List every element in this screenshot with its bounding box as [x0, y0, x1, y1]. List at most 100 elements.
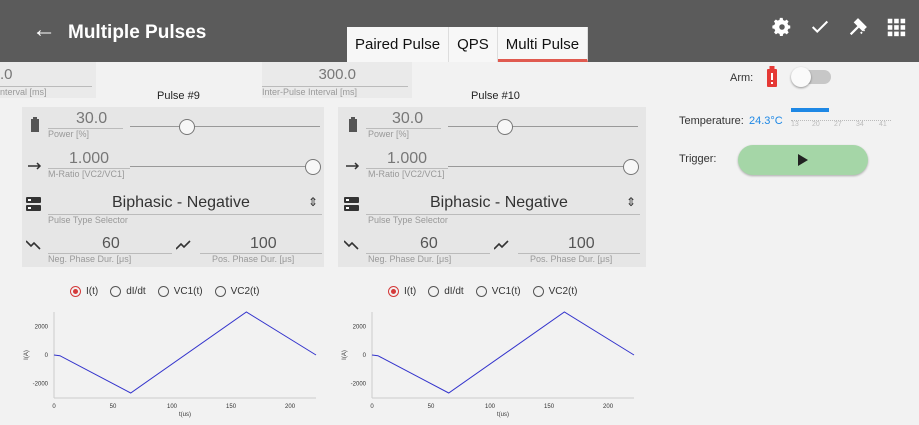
x-axis-label: t(us)	[179, 412, 191, 418]
radio-vc2[interactable]: VC2(t)	[214, 286, 260, 297]
radio-unselected-icon	[214, 286, 226, 297]
x-tick-label: 150	[226, 404, 237, 410]
temperature-label: Temperature:	[679, 115, 744, 127]
arrow-right-icon	[346, 162, 360, 170]
pos-duration-value[interactable]: 100	[568, 235, 595, 253]
pos-duration-label: Pos. Phase Dur. [μs]	[212, 254, 295, 264]
back-arrow-icon[interactable]: ←	[32, 18, 56, 42]
mratio-value: 1.000	[69, 150, 110, 167]
mratio-label: M-Ratio [VC2/VC1]	[368, 169, 445, 179]
y-axis-label: I(A)	[342, 350, 348, 360]
gauge-tick: 41	[879, 121, 887, 128]
y-tick-label: -2000	[351, 382, 367, 388]
mratio-slider-track[interactable]	[448, 166, 626, 167]
y-tick-label: 0	[363, 353, 367, 359]
tab-bar: Paired Pulse QPS Multi Pulse	[347, 27, 589, 62]
inter-pulse-field[interactable]: 300.0 Inter-Pulse Interval [ms]	[262, 62, 412, 98]
y-tick-label: -2000	[33, 382, 49, 388]
server-icon	[26, 197, 41, 211]
battery-icon	[31, 117, 39, 132]
radio-unselected-icon	[475, 286, 487, 297]
trend-up-icon	[494, 240, 509, 250]
grid-menu-icon[interactable]	[885, 16, 907, 38]
pulse-type-label: Pulse Type Selector	[48, 215, 128, 225]
gear-icon[interactable]	[771, 16, 793, 38]
select-chevron-icon[interactable]: ⇕	[308, 195, 318, 209]
neg-duration-label: Neg. Phase Dur. [μs]	[368, 254, 452, 264]
gauge-tick: 20	[812, 121, 820, 128]
pulse-type-label: Pulse Type Selector	[368, 215, 448, 225]
x-tick-label: 200	[603, 404, 614, 410]
y-axis-label: I(A)	[24, 350, 30, 360]
y-tick-label: 0	[45, 353, 49, 359]
pulse-type-value[interactable]: Biphasic - Negative	[112, 194, 250, 212]
radio-unselected-icon	[110, 286, 122, 297]
trend-down-icon	[344, 240, 359, 250]
pulse-9-panel: 30.0 Power [%] 1.000 M-Ratio [VC2/VC1] B…	[22, 107, 324, 267]
radio-didt[interactable]: dI/dt	[428, 286, 464, 297]
current-series-line	[371, 311, 635, 394]
radio-vc1[interactable]: VC1(t)	[475, 286, 521, 297]
interval-field[interactable]: .0 nterval [ms]	[0, 62, 96, 98]
power-slider-knob[interactable]	[179, 119, 195, 135]
trend-up-icon	[176, 240, 191, 250]
radio-unselected-icon	[532, 286, 544, 297]
power-slider-track[interactable]	[448, 126, 638, 127]
tab-multi-pulse[interactable]: Multi Pulse	[497, 27, 589, 62]
check-icon[interactable]	[809, 16, 831, 38]
x-tick-label: 50	[428, 404, 435, 410]
pulse-10-panel: 30.0 Power [%] 1.000 M-Ratio [VC2/VC1] B…	[338, 107, 646, 267]
power-slider-track[interactable]	[130, 126, 320, 127]
current-chart-pulse-10: 2000 0 -2000 0 50 100 150 200 t(us) I(A)	[342, 311, 635, 418]
pos-duration-value[interactable]: 100	[250, 235, 277, 253]
x-tick-label: 0	[52, 404, 56, 410]
pos-duration-label: Pos. Phase Dur. [μs]	[530, 254, 613, 264]
x-axis-label: t(us)	[497, 412, 509, 418]
power-label: Power [%]	[368, 129, 410, 139]
trend-down-icon	[26, 240, 41, 250]
radio-selected-icon	[388, 286, 399, 297]
power-value: 30.0	[76, 110, 108, 127]
radio-it[interactable]: I(t)	[388, 286, 416, 297]
battery-icon	[349, 117, 357, 132]
x-tick-label: 100	[167, 404, 178, 410]
power-slider-knob[interactable]	[497, 119, 513, 135]
y-tick-label: 2000	[35, 324, 49, 330]
temperature-value: 24.3°C	[749, 115, 783, 127]
play-icon	[798, 154, 808, 166]
mratio-value: 1.000	[387, 150, 428, 167]
battery-alert-icon	[767, 66, 777, 87]
pulse-10-title: Pulse #10	[471, 90, 520, 102]
neg-duration-label: Neg. Phase Dur. [μs]	[48, 254, 132, 264]
mratio-slider-track[interactable]	[130, 166, 308, 167]
radio-vc1[interactable]: VC1(t)	[157, 286, 203, 297]
inter-pulse-value: 300.0	[318, 66, 356, 83]
tab-paired-pulse[interactable]: Paired Pulse	[347, 27, 450, 62]
arm-label: Arm:	[730, 72, 754, 84]
neg-duration-value[interactable]: 60	[420, 235, 438, 253]
radio-vc2[interactable]: VC2(t)	[532, 286, 578, 297]
pulse-9-title: Pulse #9	[157, 90, 200, 102]
current-series-line	[53, 311, 317, 394]
radio-unselected-icon	[428, 286, 440, 297]
tab-qps[interactable]: QPS	[449, 27, 498, 62]
radio-didt[interactable]: dI/dt	[110, 286, 146, 297]
pulse-type-value[interactable]: Biphasic - Negative	[430, 194, 568, 212]
signal-radio-group: I(t) dI/dt VC1(t) VC2(t)	[70, 286, 272, 297]
x-tick-label: 100	[485, 404, 496, 410]
select-chevron-icon[interactable]: ⇕	[626, 195, 636, 209]
radio-unselected-icon	[157, 286, 169, 297]
gauge-tick: 27	[834, 121, 842, 128]
trigger-button[interactable]	[738, 145, 868, 175]
radio-it[interactable]: I(t)	[70, 286, 98, 297]
gauge-tick: 13	[791, 121, 799, 128]
x-tick-label: 200	[285, 404, 296, 410]
tool-icon[interactable]	[847, 16, 869, 38]
power-label: Power [%]	[48, 129, 90, 139]
mratio-slider-knob[interactable]	[305, 159, 321, 175]
inter-pulse-label: Inter-Pulse Interval [ms]	[262, 87, 358, 97]
x-tick-label: 0	[370, 404, 374, 410]
arm-toggle[interactable]	[791, 67, 831, 87]
neg-duration-value[interactable]: 60	[102, 235, 120, 253]
mratio-slider-knob[interactable]	[623, 159, 639, 175]
